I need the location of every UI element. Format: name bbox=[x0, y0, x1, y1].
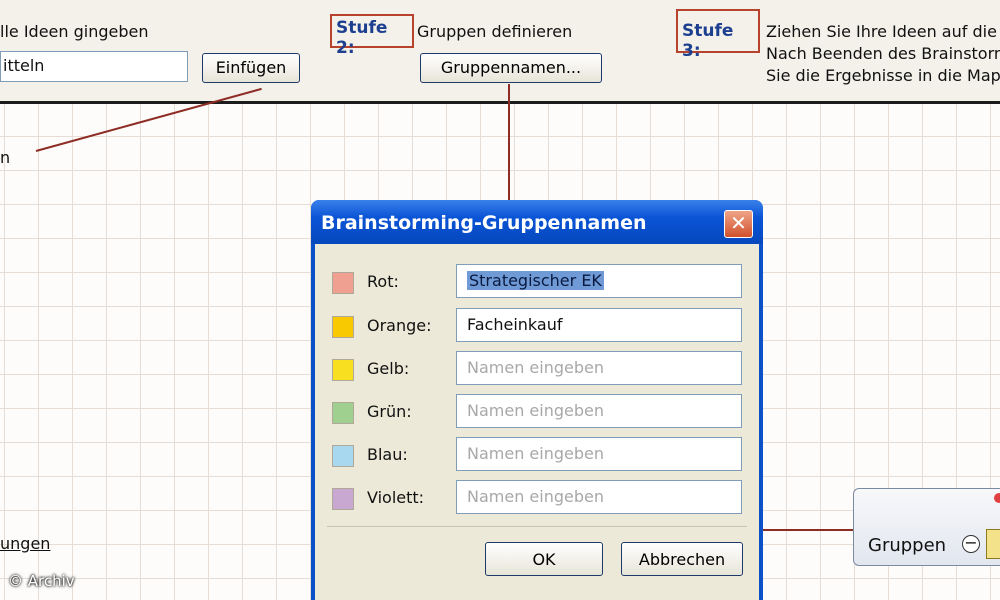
dialog-title: Brainstorming-Gruppennamen bbox=[321, 212, 647, 234]
dialog-titlebar[interactable]: Brainstorming-Gruppennamen ✕ bbox=[311, 200, 763, 244]
callout-line-groups bbox=[508, 84, 510, 200]
ok-button[interactable]: OK bbox=[485, 542, 603, 576]
step3-line3: Sie die Ergebnisse in die Map. bbox=[766, 66, 1000, 85]
row-label: Blau: bbox=[367, 445, 408, 464]
group-row-yellow: Gelb: Namen eingeben bbox=[315, 351, 759, 387]
groups-map-node[interactable]: Gruppen − bbox=[853, 488, 1000, 566]
group-names-dialog: Brainstorming-Gruppennamen ✕ Rot: Strate… bbox=[311, 200, 763, 600]
blue-group-input[interactable]: Namen eingeben bbox=[456, 437, 742, 471]
canvas-fragment-bottom[interactable]: ungen bbox=[0, 534, 50, 553]
callout-line-node bbox=[763, 529, 853, 531]
group-row-blue: Blau: Namen eingeben bbox=[315, 437, 759, 473]
blue-swatch bbox=[332, 445, 354, 467]
step2-text: Gruppen definieren bbox=[417, 22, 573, 41]
step3-line2: Nach Beenden des Brainstorm bbox=[766, 44, 1000, 63]
row-label: Rot: bbox=[367, 272, 399, 291]
group-row-violet: Violett: Namen eingeben bbox=[315, 480, 759, 516]
row-label: Gelb: bbox=[367, 359, 410, 378]
selected-text: Strategischer EK bbox=[467, 271, 604, 290]
violet-swatch bbox=[332, 488, 354, 510]
orange-group-input[interactable]: Facheinkauf bbox=[456, 308, 742, 342]
violet-group-input[interactable]: Namen eingeben bbox=[456, 480, 742, 514]
node-tab bbox=[986, 529, 1000, 559]
placeholder-text: Namen eingeben bbox=[467, 401, 604, 420]
yellow-group-input[interactable]: Namen eingeben bbox=[456, 351, 742, 385]
dialog-body: Rot: Strategischer EK Orange: Facheinkau… bbox=[315, 244, 759, 600]
step3-line1: Ziehen Sie Ihre Ideen auf die bbox=[766, 22, 997, 41]
step1-text: lle Ideen gingeben bbox=[0, 22, 149, 41]
idea-input[interactable]: itteln bbox=[0, 51, 188, 82]
marker-dot-icon bbox=[994, 493, 1000, 503]
group-row-green: Grün: Namen eingeben bbox=[315, 394, 759, 430]
cancel-button[interactable]: Abbrechen bbox=[621, 542, 743, 576]
group-row-orange: Orange: Facheinkauf bbox=[315, 308, 759, 344]
placeholder-text: Namen eingeben bbox=[467, 487, 604, 506]
step2-label: Stufe 2: bbox=[330, 14, 414, 58]
row-label: Violett: bbox=[367, 488, 425, 507]
collapse-icon[interactable]: − bbox=[962, 535, 980, 553]
group-row-red: Rot: Strategischer EK bbox=[315, 264, 759, 300]
red-swatch bbox=[332, 272, 354, 294]
red-group-input[interactable]: Strategischer EK bbox=[456, 264, 742, 298]
green-group-input[interactable]: Namen eingeben bbox=[456, 394, 742, 428]
dialog-separator bbox=[327, 526, 747, 527]
insert-button[interactable]: Einfügen bbox=[202, 53, 300, 83]
row-label: Orange: bbox=[367, 316, 432, 335]
group-names-button[interactable]: Gruppennamen... bbox=[420, 53, 602, 83]
copyright-watermark: © Archiv bbox=[8, 572, 75, 590]
canvas-fragment-left: n bbox=[0, 148, 11, 167]
placeholder-text: Namen eingeben bbox=[467, 444, 604, 463]
step3-label: Stufe 3: bbox=[676, 9, 760, 61]
node-label: Gruppen bbox=[868, 535, 947, 556]
orange-swatch bbox=[332, 316, 354, 338]
row-label: Grün: bbox=[367, 402, 412, 421]
close-icon[interactable]: ✕ bbox=[724, 210, 753, 238]
yellow-swatch bbox=[332, 359, 354, 381]
brainstorm-toolbar: lle Ideen gingeben itteln Einfügen Stufe… bbox=[0, 0, 1000, 104]
green-swatch bbox=[332, 402, 354, 424]
placeholder-text: Namen eingeben bbox=[467, 358, 604, 377]
